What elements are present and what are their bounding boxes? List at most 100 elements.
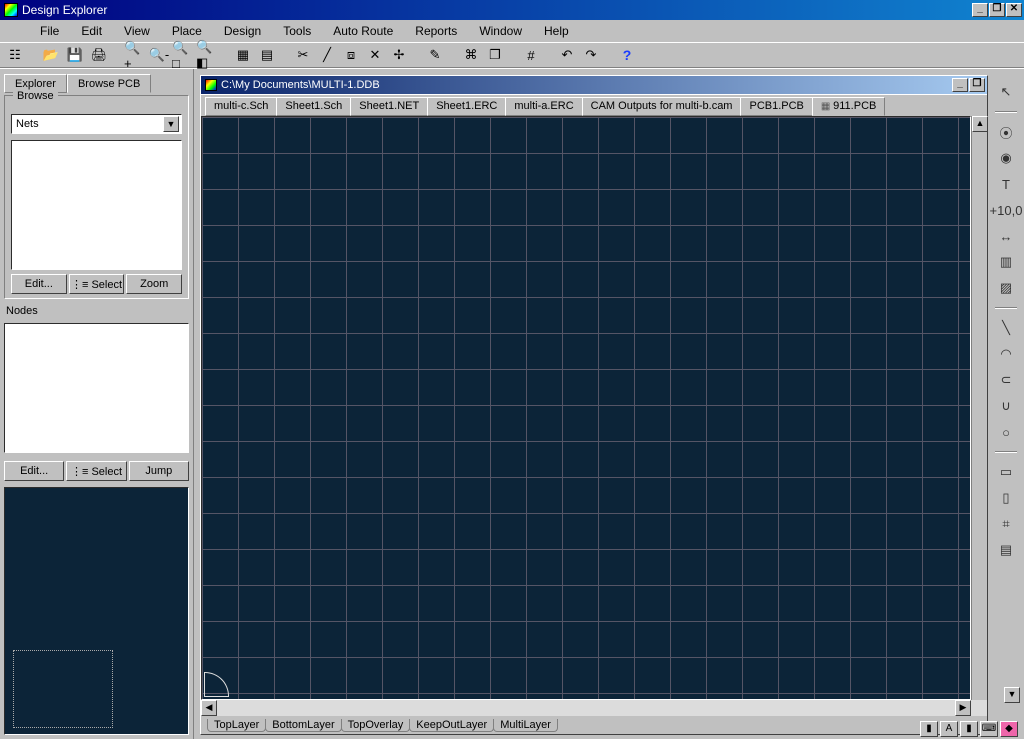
file-tab[interactable]: Sheet1.Sch bbox=[276, 97, 351, 116]
tool-grid[interactable]: # bbox=[520, 44, 542, 66]
file-tab[interactable]: multi-a.ERC bbox=[505, 97, 582, 116]
menu-place[interactable]: Place bbox=[164, 22, 210, 40]
menu-autoroute[interactable]: Auto Route bbox=[325, 22, 401, 40]
tool-redo[interactable]: ↷ bbox=[580, 44, 602, 66]
select-node-button[interactable]: ⋮≡ Select bbox=[66, 461, 126, 481]
tool-undo[interactable]: ↶ bbox=[556, 44, 578, 66]
tool-route[interactable]: ╱ bbox=[316, 44, 338, 66]
scroll-left-icon[interactable]: ◀ bbox=[201, 700, 217, 716]
status-button[interactable]: ⌨ bbox=[980, 721, 998, 737]
browse-type-combo[interactable]: Nets ▼ bbox=[11, 114, 182, 134]
place-dimension[interactable]: ↔ bbox=[995, 225, 1017, 247]
tool-zoom-sel[interactable]: 🔍□ bbox=[172, 44, 194, 66]
select-button[interactable]: ⋮≡ Select bbox=[69, 274, 125, 294]
place-text[interactable]: T bbox=[995, 173, 1017, 195]
pcb-canvas[interactable] bbox=[201, 116, 971, 700]
status-button[interactable]: ◆ bbox=[1000, 721, 1018, 737]
left-panel: Explorer Browse PCB Browse Nets ▼ Edit..… bbox=[0, 69, 194, 739]
place-fill[interactable]: ▥ bbox=[995, 251, 1017, 273]
file-tab[interactable]: multi-c.Sch bbox=[205, 97, 277, 116]
place-split[interactable]: ▤ bbox=[995, 539, 1017, 561]
minimap-viewport[interactable] bbox=[13, 650, 113, 728]
menu-design[interactable]: Design bbox=[216, 22, 269, 40]
place-arc-a[interactable]: ∪ bbox=[995, 395, 1017, 417]
nodes-list[interactable] bbox=[4, 323, 189, 453]
scroll-right-icon[interactable]: ▶ bbox=[955, 700, 971, 716]
tool-drc[interactable]: ✎ bbox=[424, 44, 446, 66]
place-arc-e[interactable]: ⊂ bbox=[995, 369, 1017, 391]
file-tab[interactable]: CAM Outputs for multi-b.cam bbox=[582, 97, 742, 116]
place-via[interactable]: ◉ bbox=[995, 147, 1017, 169]
tool-browse[interactable]: ▤ bbox=[256, 44, 278, 66]
layer-tab[interactable]: KeepOutLayer bbox=[409, 719, 494, 732]
layer-tabs: TopLayerBottomLayerTopOverlayKeepOutLaye… bbox=[201, 716, 987, 734]
tool-open[interactable]: 📂 bbox=[40, 44, 62, 66]
status-button[interactable]: ▮ bbox=[960, 721, 978, 737]
tab-browse-pcb[interactable]: Browse PCB bbox=[67, 74, 151, 93]
file-tab[interactable]: 911.PCB bbox=[812, 97, 885, 116]
place-region[interactable]: ▨ bbox=[995, 277, 1017, 299]
tool-save[interactable]: 💾 bbox=[64, 44, 86, 66]
place-cursor[interactable]: ↖ bbox=[995, 81, 1017, 103]
scroll-down-icon[interactable]: ▼ bbox=[1004, 687, 1020, 703]
place-track[interactable]: ╲ bbox=[995, 317, 1017, 339]
tool-lib[interactable]: ⌘ bbox=[460, 44, 482, 66]
minimap[interactable] bbox=[4, 487, 189, 735]
tool-help[interactable]: ? bbox=[616, 44, 638, 66]
layer-tab[interactable]: BottomLayer bbox=[265, 719, 341, 732]
status-button[interactable]: ▮ bbox=[920, 721, 938, 737]
edit-button[interactable]: Edit... bbox=[11, 274, 67, 294]
jump-button[interactable]: Jump bbox=[129, 461, 189, 481]
status-button[interactable]: A bbox=[940, 721, 958, 737]
place-array[interactable]: ⌗ bbox=[995, 513, 1017, 535]
tool-nav-tree[interactable]: ☷ bbox=[4, 44, 26, 66]
edit-node-button[interactable]: Edit... bbox=[4, 461, 64, 481]
menu-window[interactable]: Window bbox=[471, 22, 530, 40]
tool-lib2[interactable]: ❐ bbox=[484, 44, 506, 66]
menu-tools[interactable]: Tools bbox=[275, 22, 319, 40]
menu-reports[interactable]: Reports bbox=[407, 22, 465, 40]
tool-select-inside[interactable]: ⧈ bbox=[340, 44, 362, 66]
browse-legend: Browse bbox=[13, 90, 58, 102]
tool-zoom-out[interactable]: 🔍- bbox=[148, 44, 170, 66]
menu-help[interactable]: Help bbox=[536, 22, 577, 40]
place-arc-c[interactable]: ◠ bbox=[995, 343, 1017, 365]
place-comp[interactable]: ▯ bbox=[995, 487, 1017, 509]
vertical-scrollbar[interactable]: ▲ ▼ bbox=[971, 116, 987, 700]
menu-file[interactable]: File bbox=[32, 22, 67, 40]
place-coord[interactable]: +10,0 bbox=[995, 199, 1017, 221]
file-tab[interactable]: PCB1.PCB bbox=[740, 97, 812, 116]
file-tab[interactable]: Sheet1.NET bbox=[350, 97, 428, 116]
origin-marker bbox=[204, 673, 228, 697]
scroll-up-icon[interactable]: ▲ bbox=[972, 116, 988, 132]
horizontal-scrollbar[interactable]: ◀ ▶ bbox=[201, 700, 987, 716]
layer-tab[interactable]: MultiLayer bbox=[493, 719, 558, 732]
close-button[interactable]: ✕ bbox=[1006, 3, 1022, 17]
layer-tab[interactable]: TopOverlay bbox=[341, 719, 411, 732]
file-tabs: multi-c.SchSheet1.SchSheet1.NETSheet1.ER… bbox=[201, 94, 987, 116]
layer-tab[interactable]: TopLayer bbox=[207, 719, 266, 732]
menu-view[interactable]: View bbox=[116, 22, 158, 40]
tool-cut-track[interactable]: ✂ bbox=[292, 44, 314, 66]
place-full-circle[interactable]: ○ bbox=[995, 421, 1017, 443]
tool-zoom-fit[interactable]: 🔍◧ bbox=[196, 44, 218, 66]
place-poly[interactable]: ▭ bbox=[995, 461, 1017, 483]
app-title: Design Explorer bbox=[22, 3, 971, 17]
tool-print[interactable]: 🖨 bbox=[88, 44, 110, 66]
tool-libraries[interactable]: ▦ bbox=[232, 44, 254, 66]
doc-maximize-button[interactable]: ❐ bbox=[969, 78, 985, 92]
maximize-button[interactable]: ❐ bbox=[989, 3, 1005, 17]
tool-zoom-in[interactable]: 🔍+ bbox=[124, 44, 146, 66]
zoom-button[interactable]: Zoom bbox=[126, 274, 182, 294]
minimize-button[interactable]: _ bbox=[972, 3, 988, 17]
menu-edit[interactable]: Edit bbox=[73, 22, 110, 40]
app-icon bbox=[4, 3, 18, 17]
dropdown-arrow-icon[interactable]: ▼ bbox=[163, 116, 179, 132]
place-pad[interactable]: ⦿ bbox=[995, 121, 1017, 143]
right-toolstrip: ↖ ⦿ ◉ T +10,0 ↔ ▥ ▨ ╲ ◠ ⊂ ∪ ○ ▭ ▯ ⌗ ▤ bbox=[992, 75, 1020, 735]
doc-minimize-button[interactable]: _ bbox=[952, 78, 968, 92]
browse-list[interactable] bbox=[11, 140, 182, 270]
file-tab[interactable]: Sheet1.ERC bbox=[427, 97, 506, 116]
tool-move[interactable]: ✢ bbox=[388, 44, 410, 66]
tool-deselect-inside[interactable]: ✕ bbox=[364, 44, 386, 66]
